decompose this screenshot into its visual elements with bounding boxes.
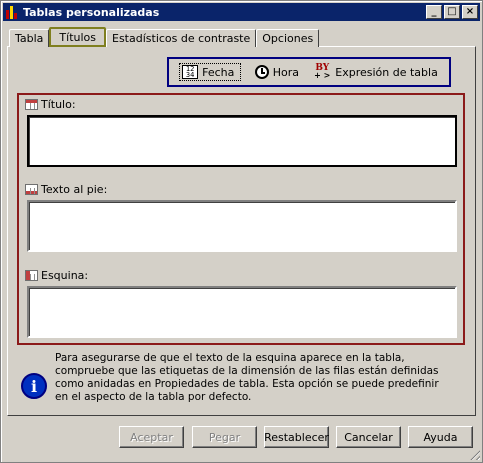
pegar-button[interactable]: Pegar [192, 426, 257, 448]
minimize-button[interactable]: _ [426, 5, 442, 19]
table-footer-icon [25, 184, 38, 195]
titulo-textarea[interactable] [27, 115, 457, 167]
pie-textarea[interactable] [27, 200, 457, 252]
tab-strip: Tabla Títulos Estadísticos de contraste … [9, 27, 320, 47]
tab-titulos[interactable]: Títulos [49, 27, 106, 47]
tab-tabla[interactable]: Tabla [9, 29, 50, 47]
resize-grip[interactable] [468, 448, 480, 460]
insert-hora-label: Hora [272, 65, 299, 79]
esquina-textarea[interactable] [27, 286, 457, 338]
info-icon: i [21, 373, 47, 399]
maximize-button[interactable]: □ [444, 5, 460, 19]
app-chart-icon [5, 5, 19, 19]
tab-estadisticos-de-contraste[interactable]: Estadísticos de contraste [106, 29, 257, 47]
title-bar[interactable]: Tablas personalizadas _ □ × [3, 3, 480, 21]
title-fields-group: Título: Texto al pie: Esquina: [17, 93, 465, 345]
insert-fecha-button[interactable]: 12 34 Fecha [179, 63, 242, 81]
insert-toolbar: 12 34 Fecha Hora BY + > Expresión de tabl… [167, 57, 451, 87]
table-title-icon [25, 99, 38, 110]
insert-fecha-label: Fecha [202, 65, 235, 79]
insert-hora-button[interactable]: Hora [254, 65, 299, 79]
insert-expresion-button[interactable]: BY + > Expresión de tabla [313, 64, 438, 80]
table-expression-icon: BY + > [313, 64, 331, 80]
by-icon-sub: + > [314, 70, 331, 80]
esquina-label: Esquina: [41, 269, 89, 282]
dialog-window: Tablas personalizadas _ □ × Tabla Título… [0, 0, 483, 463]
info-message: Para asegurarse de que el texto de la es… [55, 352, 439, 403]
insert-expresion-label: Expresión de tabla [335, 65, 438, 79]
cancelar-button[interactable]: Cancelar [336, 426, 401, 448]
pie-label-row: Texto al pie: [25, 183, 107, 196]
calendar-icon: 12 34 [182, 65, 199, 79]
close-button[interactable]: × [462, 5, 478, 19]
ayuda-button[interactable]: Ayuda [408, 426, 473, 448]
esquina-label-row: Esquina: [25, 269, 88, 282]
table-corner-icon [25, 270, 38, 281]
tab-opciones[interactable]: Opciones [256, 29, 320, 47]
titulo-label-row: Título: [25, 98, 76, 111]
aceptar-button[interactable]: Aceptar [119, 426, 184, 448]
clock-icon [254, 65, 269, 79]
titulo-label: Título: [41, 98, 76, 111]
window-title: Tablas personalizadas [23, 5, 160, 19]
pie-label: Texto al pie: [41, 183, 108, 196]
restablecer-button[interactable]: Restablecer [264, 426, 329, 448]
